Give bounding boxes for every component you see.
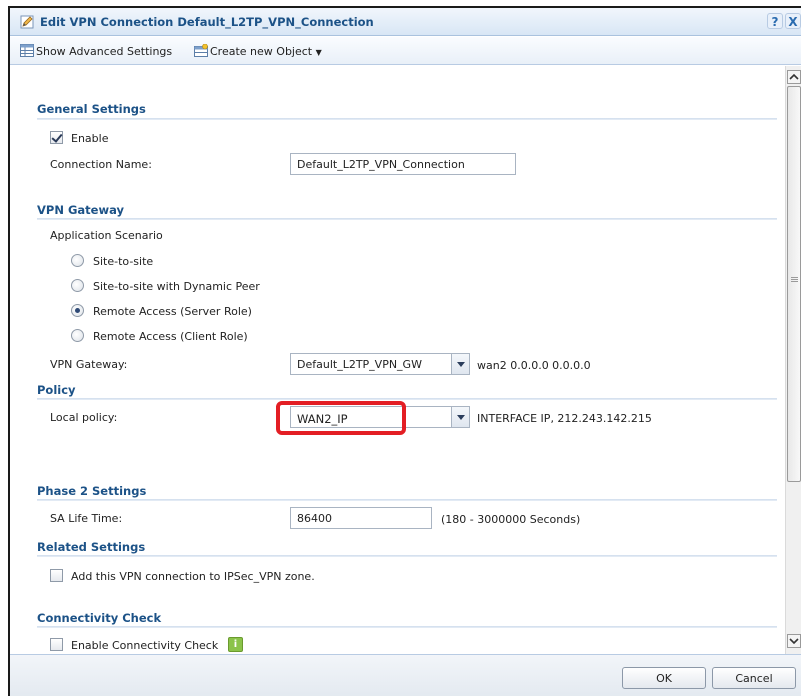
scenario-label-site-to-site: Site-to-site <box>93 255 154 268</box>
settings-form: General Settings Enable Connection Name:… <box>10 66 785 654</box>
advanced-settings-table-icon <box>20 44 34 57</box>
vpn-gateway-select[interactable]: Default_L2TP_VPN_GW <box>290 353 470 375</box>
scrollbar-grip-icon <box>791 277 798 278</box>
scenario-label-remote-client: Remote Access (Client Role) <box>93 330 248 343</box>
dialog-title-bar[interactable]: Edit VPN Connection Default_L2TP_VPN_Con… <box>10 8 801 36</box>
scenario-label-dynamic-peer: Site-to-site with Dynamic Peer <box>93 280 260 293</box>
create-new-object-menu[interactable]: Create new Object ▼ <box>210 45 322 58</box>
chevron-down-icon[interactable] <box>451 354 469 374</box>
dropdown-caret-icon: ▼ <box>315 48 322 57</box>
edit-vpn-connection-dialog: Edit VPN Connection Default_L2TP_VPN_Con… <box>8 6 801 696</box>
sa-life-time-range: (180 - 3000000 Seconds) <box>441 513 581 526</box>
local-policy-info: INTERFACE IP, 212.243.142.215 <box>477 412 652 425</box>
scenario-radio-site-to-site[interactable] <box>71 254 84 267</box>
create-new-object-label: Create new Object <box>210 45 313 58</box>
dialog-title: Edit VPN Connection Default_L2TP_VPN_Con… <box>40 15 374 29</box>
chevron-down-icon[interactable] <box>451 407 469 427</box>
vpn-gateway-heading: VPN Gateway <box>37 203 124 217</box>
phase2-settings-heading: Phase 2 Settings <box>37 484 147 498</box>
scrollbar-thumb[interactable] <box>787 86 801 482</box>
dialog-toolbar: Show Advanced Settings Create new Object… <box>10 37 801 65</box>
enable-label: Enable <box>71 132 109 145</box>
related-settings-heading: Related Settings <box>37 540 146 554</box>
annotation-highlight-box <box>276 401 406 435</box>
add-to-ipsec-zone-label: Add this VPN connection to IPSec_VPN zon… <box>71 570 315 583</box>
close-button[interactable]: X <box>785 13 801 29</box>
enable-connectivity-check-checkbox[interactable] <box>50 638 63 651</box>
vpn-gateway-info: wan2 0.0.0.0 0.0.0.0 <box>477 359 591 372</box>
enable-checkbox[interactable] <box>50 131 63 144</box>
sa-life-time-label: SA Life Time: <box>50 512 123 525</box>
scenario-radio-dynamic-peer[interactable] <box>71 279 84 292</box>
show-advanced-settings-button[interactable]: Show Advanced Settings <box>36 45 172 58</box>
section-divider <box>37 626 777 628</box>
vpn-gateway-label: VPN Gateway: <box>50 358 128 371</box>
content-scrollbar[interactable] <box>785 66 801 654</box>
dialog-footer: OK Cancel <box>10 654 801 696</box>
edit-pencil-icon <box>20 15 34 29</box>
section-divider <box>37 555 777 557</box>
application-scenario-label: Application Scenario <box>50 229 163 242</box>
scroll-up-arrow-icon[interactable] <box>787 70 801 84</box>
connectivity-check-heading: Connectivity Check <box>37 611 162 625</box>
scenario-radio-remote-server[interactable] <box>71 304 84 317</box>
info-icon[interactable]: i <box>228 637 243 652</box>
scenario-radio-remote-client[interactable] <box>71 329 84 342</box>
scenario-label-remote-server: Remote Access (Server Role) <box>93 305 252 318</box>
enable-connectivity-check-label: Enable Connectivity Check <box>71 639 219 652</box>
section-divider <box>37 398 777 400</box>
cancel-button[interactable]: Cancel <box>712 667 796 689</box>
local-policy-label: Local policy: <box>50 411 118 424</box>
policy-heading: Policy <box>37 383 76 397</box>
connection-name-label: Connection Name: <box>50 158 152 171</box>
section-divider <box>37 218 777 220</box>
create-object-icon <box>194 44 208 57</box>
general-settings-heading: General Settings <box>37 102 146 116</box>
ok-button[interactable]: OK <box>622 667 706 689</box>
vpn-gateway-value: Default_L2TP_VPN_GW <box>297 358 422 371</box>
add-to-ipsec-zone-checkbox[interactable] <box>50 569 63 582</box>
scroll-down-arrow-icon[interactable] <box>787 634 801 648</box>
section-divider <box>37 499 777 501</box>
section-divider <box>37 118 777 120</box>
sa-life-time-input[interactable] <box>290 507 432 529</box>
help-button[interactable]: ? <box>767 13 783 29</box>
connection-name-input[interactable] <box>290 153 516 175</box>
